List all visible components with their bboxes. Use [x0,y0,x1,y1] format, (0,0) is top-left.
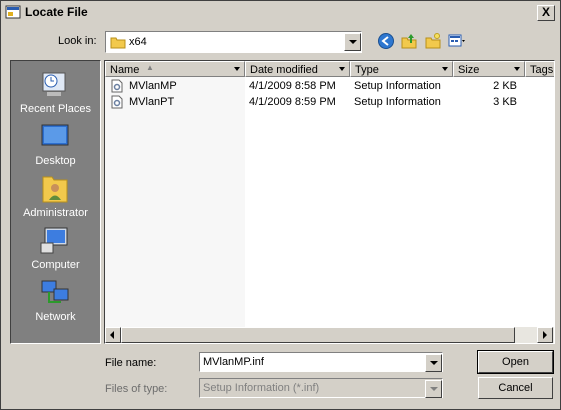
up-folder-icon[interactable] [400,32,418,50]
title-bar: Locate File X [2,2,559,22]
chevron-down-icon[interactable] [512,63,523,75]
look-in-combobox[interactable]: x64 [105,31,362,53]
column-header-label: Type [355,64,379,76]
place-recent-places[interactable]: Recent Places [11,65,100,117]
file-row[interactable]: MVlanMP 4/1/2009 8:58 PM Setup Informati… [105,79,554,95]
places-bar: Recent Places Desktop Administrator Comp… [10,60,101,344]
setup-file-icon [111,79,123,93]
file-type-value: Setup Information (*.inf) [203,382,320,394]
file-row[interactable]: MVlanPT 4/1/2009 8:59 PM Setup Informati… [105,95,554,111]
file-type: Setup Information [354,80,441,92]
place-computer[interactable]: Computer [11,221,100,273]
sorted-column-highlight [105,77,245,327]
file-name-label: File name: [105,357,157,369]
locate-file-dialog: Locate File X Look in: x64 Recent Places… [0,0,561,410]
place-label: Desktop [35,155,76,167]
cancel-button[interactable]: Cancel [478,377,553,399]
back-icon[interactable] [377,32,395,50]
computer-icon [40,227,68,254]
new-folder-icon[interactable] [424,32,442,50]
chevron-down-icon[interactable] [232,63,243,75]
folder-icon [110,37,126,49]
scroll-left-button[interactable] [105,327,121,343]
place-desktop[interactable]: Desktop [11,117,100,169]
column-header-tags[interactable]: Tags [525,61,554,77]
file-type: Setup Information [354,96,441,108]
file-type-combobox[interactable]: Setup Information (*.inf) [199,378,443,398]
view-menu-icon[interactable] [448,32,466,50]
network-icon [41,280,69,303]
file-name-combobox[interactable]: MVlanMP.inf [199,352,443,372]
column-header-type[interactable]: Type [350,61,453,77]
file-name-dropdown-button[interactable] [425,354,442,372]
desktop-icon [41,124,69,146]
place-label: Computer [31,259,80,271]
file-size: 3 KB [493,96,517,108]
scrollbar-thumb[interactable] [121,327,515,343]
dialog-icon [5,5,21,19]
column-header-label: Date modified [250,64,318,76]
place-administrator[interactable]: Administrator [11,169,100,221]
recent-places-icon [42,72,66,96]
column-header-name[interactable]: Name ▲ [105,61,245,77]
file-date: 4/1/2009 8:58 PM [249,80,336,92]
column-header-size[interactable]: Size [453,61,525,77]
file-name: MVlanMP [129,80,177,92]
user-folder-icon [42,176,68,203]
close-icon: X [541,5,550,19]
chevron-down-icon[interactable] [337,63,348,75]
horizontal-scrollbar[interactable] [105,327,554,343]
file-type-dropdown-button[interactable] [425,380,442,398]
column-header-label: Size [458,64,480,76]
scroll-right-button[interactable] [537,327,553,343]
look-in-label: Look in: [58,35,97,47]
place-network[interactable]: Network [11,273,100,325]
sort-ascending-icon: ▲ [146,63,154,72]
file-name: MVlanPT [129,96,175,108]
open-button[interactable]: Open [477,350,554,374]
place-label: Administrator [23,207,88,219]
file-type-label: Files of type: [105,383,168,395]
file-list[interactable]: Name ▲ Date modified Type Size Tags MVla… [104,60,555,344]
column-header-label: Tags [530,64,554,76]
file-size: 2 KB [493,80,517,92]
look-in-dropdown-button[interactable] [344,33,361,51]
look-in-value: x64 [129,36,147,48]
column-header-label: Name [110,64,140,76]
setup-file-icon [111,95,123,109]
chevron-down-icon[interactable] [440,63,451,75]
arrow-right-icon [543,331,547,339]
close-button[interactable]: X [537,5,555,21]
place-label: Network [35,311,76,323]
file-name-value: MVlanMP.inf [203,356,264,368]
place-label: Recent Places [20,103,91,115]
dialog-title: Locate File [25,5,88,19]
column-header-date-modified[interactable]: Date modified [245,61,350,77]
arrow-left-icon [110,331,114,339]
file-date: 4/1/2009 8:59 PM [249,96,336,108]
